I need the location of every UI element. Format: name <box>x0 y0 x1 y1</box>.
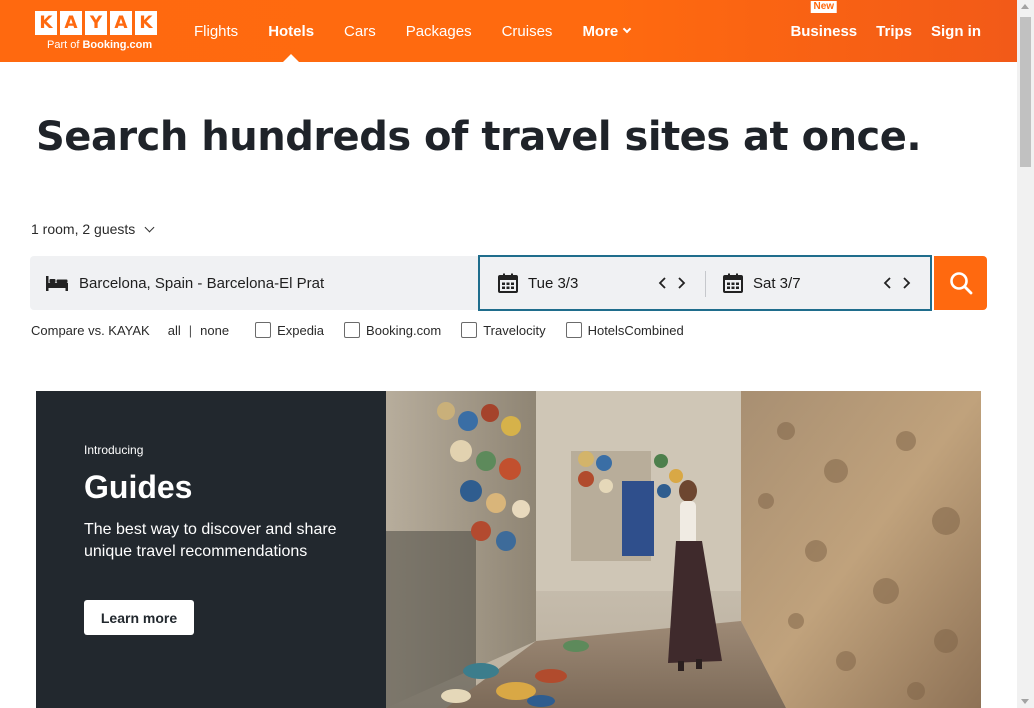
checkbox[interactable] <box>565 322 582 338</box>
main-nav: Flights Hotels Cars Packages Cruises Mor… <box>194 0 660 62</box>
nav-more[interactable]: More <box>582 0 632 62</box>
checkbox[interactable] <box>461 322 478 338</box>
chevron-down-icon <box>623 24 632 34</box>
logo-sub-brand: Booking.com <box>82 39 153 51</box>
nav-flights[interactable]: Flights <box>194 0 238 62</box>
nav-packages-label: Packages <box>405 22 472 40</box>
search-button[interactable] <box>934 256 987 310</box>
nav-cars[interactable]: Cars <box>344 0 376 62</box>
guides-banner: Introducing Guides The best way to disco… <box>36 391 981 708</box>
business-link[interactable]: New Business <box>790 0 858 40</box>
compare-row: Compare vs. KAYAK all | none Expedia Boo… <box>31 322 684 338</box>
chevron-right-icon <box>678 277 686 289</box>
scroll-up-icon[interactable] <box>1021 4 1029 9</box>
checkout-value: Sat 3/7 <box>753 274 801 292</box>
compare-site-label: Booking.com <box>366 322 442 338</box>
destination-field[interactable]: Barcelona, Spain - Barcelona-El Prat <box>30 256 478 310</box>
checkin-prev-day[interactable] <box>657 276 668 290</box>
chevron-right-icon <box>903 277 911 289</box>
compare-site-label: Expedia <box>277 322 325 338</box>
checkout-prev-day[interactable] <box>882 276 893 290</box>
checkin-date[interactable]: Tue 3/3 <box>480 257 705 309</box>
account-nav: New Business Trips Sign in <box>771 0 981 62</box>
search-icon <box>949 272 972 295</box>
chevron-left-icon <box>883 277 891 289</box>
guides-photo <box>386 391 981 708</box>
scroll-down-icon[interactable] <box>1021 699 1029 704</box>
nav-cars-label: Cars <box>344 22 376 40</box>
guests-selector[interactable]: 1 room, 2 guests <box>31 221 155 237</box>
nav-cruises-label: Cruises <box>501 22 553 40</box>
top-navigation-bar: K A Y A K Part of Booking.com Flights Ho… <box>0 0 1017 62</box>
logo-subtitle: Part of Booking.com <box>47 39 157 51</box>
logo-letter: A <box>110 11 132 35</box>
logo-letter: K <box>35 11 57 35</box>
compare-expedia[interactable]: Expedia <box>255 322 324 338</box>
nav-flights-label: Flights <box>194 22 239 40</box>
checkin-value: Tue 3/3 <box>528 274 579 292</box>
logo-letter: Y <box>85 11 107 35</box>
checkbox[interactable] <box>344 322 361 338</box>
compare-hotelscombined[interactable]: HotelsCombined <box>565 322 684 338</box>
checkout-next-day[interactable] <box>901 276 912 290</box>
compare-separator: | <box>188 322 193 338</box>
logo-letter: K <box>135 11 157 35</box>
compare-site-label: HotelsCombined <box>587 322 684 338</box>
logo-sub-prefix: Part of <box>47 39 83 51</box>
checkbox[interactable] <box>255 322 272 338</box>
date-range-field: Tue 3/3 Sat 3/7 <box>478 255 932 311</box>
nav-packages[interactable]: Packages <box>406 0 472 62</box>
calendar-icon <box>723 273 743 293</box>
page-headline: Search hundreds of travel sites at once. <box>36 114 922 160</box>
nav-hotels-label: Hotels <box>268 22 315 40</box>
compare-all-link[interactable]: all <box>168 323 181 338</box>
learn-more-button[interactable]: Learn more <box>84 600 194 635</box>
destination-value: Barcelona, Spain - Barcelona-El Prat <box>79 274 325 292</box>
page-scrollbar[interactable] <box>1017 0 1034 708</box>
logo-letter: A <box>60 11 82 35</box>
banner-title: Guides <box>84 469 193 505</box>
banner-description: The best way to discover and share uniqu… <box>84 521 337 560</box>
bed-icon <box>46 276 68 291</box>
compare-travelocity[interactable]: Travelocity <box>461 322 546 338</box>
checkin-next-day[interactable] <box>676 276 687 290</box>
nav-more-label: More <box>582 22 619 40</box>
compare-none-link[interactable]: none <box>200 323 229 338</box>
calendar-icon <box>498 273 518 293</box>
checkout-date[interactable]: Sat 3/7 <box>705 257 930 309</box>
business-label: Business <box>790 22 858 40</box>
scrollbar-thumb[interactable] <box>1020 17 1031 167</box>
compare-site-label: Travelocity <box>483 322 546 338</box>
nav-cruises[interactable]: Cruises <box>502 0 553 62</box>
banner-text-panel: Introducing Guides The best way to disco… <box>36 391 386 708</box>
compare-label: Compare vs. KAYAK <box>31 322 150 338</box>
chevron-down-icon <box>144 222 155 232</box>
chevron-left-icon <box>658 277 666 289</box>
guests-label: 1 room, 2 guests <box>31 221 136 237</box>
sign-in-link[interactable]: Sign in <box>931 23 981 40</box>
trips-link[interactable]: Trips <box>876 23 912 40</box>
compare-booking[interactable]: Booking.com <box>344 322 441 338</box>
new-badge: New <box>810 0 838 13</box>
banner-intro: Introducing <box>84 443 144 457</box>
alley-photo-illustration <box>386 391 981 708</box>
nav-hotels[interactable]: Hotels <box>268 0 314 62</box>
kayak-logo[interactable]: K A Y A K Part of Booking.com <box>35 11 157 51</box>
